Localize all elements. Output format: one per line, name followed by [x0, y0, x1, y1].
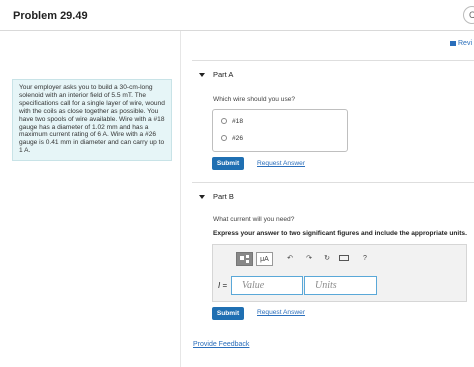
part-a-options: #18 #26: [212, 109, 348, 152]
review-icon: [450, 40, 456, 46]
provide-feedback-link[interactable]: Provide Feedback: [193, 341, 249, 348]
part-b-header[interactable]: Part B: [199, 192, 234, 201]
collapse-caret-icon: [199, 73, 205, 78]
part-b-instruction: Express your answer to two significant f…: [213, 230, 467, 237]
part-b-submit-button[interactable]: Submit: [212, 307, 244, 320]
part-a-label: Part A: [213, 70, 234, 79]
page-title: Problem 29.49: [13, 10, 88, 22]
variable-label: I =: [218, 281, 227, 290]
answer-panel: μA ↶ ↷ ↻ ? I = Value Units: [212, 244, 467, 302]
units-button[interactable]: μA: [256, 252, 273, 266]
part-a-header[interactable]: Part A: [199, 70, 233, 79]
value-input[interactable]: Value: [231, 276, 303, 295]
help-icon[interactable]: ?: [360, 252, 370, 266]
templates-icon[interactable]: [236, 252, 253, 266]
undo-icon[interactable]: ↶: [285, 252, 295, 266]
radio-icon[interactable]: [221, 118, 227, 125]
corner-menu-button[interactable]: C: [463, 6, 474, 24]
part-a-request-answer-link[interactable]: Request Answer: [257, 160, 305, 167]
option-18[interactable]: #18: [221, 118, 243, 125]
divider: [192, 182, 474, 183]
units-input[interactable]: Units: [304, 276, 377, 295]
part-b-question: What current will you need?: [213, 216, 295, 223]
option-label: #26: [232, 135, 244, 142]
equals-sign: =: [222, 281, 228, 290]
option-label: #18: [232, 118, 244, 125]
radio-icon[interactable]: [221, 135, 227, 142]
part-b-label: Part B: [213, 192, 234, 201]
review-link[interactable]: Revi: [450, 40, 472, 47]
keyboard-icon[interactable]: [339, 252, 351, 266]
variable-symbol: I: [218, 281, 221, 290]
part-a-question: Which wire should you use?: [213, 96, 296, 103]
part-b-request-answer-link[interactable]: Request Answer: [257, 309, 305, 316]
review-link-label: Revi: [458, 40, 473, 47]
collapse-caret-icon: [199, 195, 205, 200]
top-bar: Problem 29.49 C: [0, 0, 474, 31]
part-a-submit-button[interactable]: Submit: [212, 157, 244, 170]
redo-icon[interactable]: ↷: [304, 252, 314, 266]
option-26[interactable]: #26: [221, 135, 243, 142]
corner-menu-glyph: C: [469, 10, 474, 20]
divider: [192, 60, 474, 61]
problem-intro: Your employer asks you to build a 30-cm-…: [12, 79, 172, 161]
reset-icon[interactable]: ↻: [322, 252, 332, 266]
